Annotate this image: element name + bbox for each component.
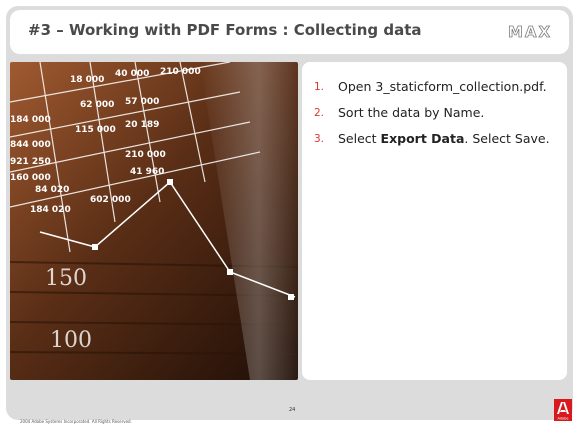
- page-number: 24: [289, 407, 296, 413]
- figure: 41 960: [130, 167, 164, 177]
- step-text-bold: Export Data: [380, 131, 465, 146]
- figure: 184 020: [30, 205, 71, 215]
- figure: 160 000: [10, 173, 51, 183]
- copyright-text: 2004 Adobe Systems Incorporated. All Rig…: [20, 419, 132, 424]
- figure: 921 250: [10, 157, 51, 167]
- axis-label-100: 100: [50, 328, 92, 353]
- list-item: 3. Select Export Data. Select Save.: [314, 130, 559, 148]
- figure: 40 000: [115, 69, 149, 79]
- figure: 20 189: [125, 120, 159, 130]
- list-item: 1. Open 3_staticform_collection.pdf.: [314, 78, 559, 96]
- step-number: 3.: [314, 133, 325, 145]
- content-panel: 1. Open 3_staticform_collection.pdf. 2. …: [302, 62, 567, 380]
- figure: 210 000: [160, 67, 201, 77]
- figure: 602 000: [90, 195, 131, 205]
- steps-list: 1. Open 3_staticform_collection.pdf. 2. …: [314, 78, 559, 156]
- step-text: Open 3_staticform_collection.pdf.: [338, 79, 547, 94]
- logo-text: MAX: [508, 24, 552, 40]
- figure: 57 000: [125, 97, 159, 107]
- adobe-logo-text: Adobe: [557, 417, 568, 421]
- figure: 18 000: [70, 75, 104, 85]
- step-text-after: . Select Save.: [464, 131, 550, 146]
- slide: #3 – Working with PDF Forms : Collecting…: [0, 0, 579, 426]
- figure: 844 000: [10, 140, 51, 150]
- step-text: Select Export Data. Select Save.: [338, 130, 550, 148]
- step-text-before: Select: [338, 131, 381, 146]
- step-number: 1.: [314, 81, 325, 93]
- slide-title: #3 – Working with PDF Forms : Collecting…: [28, 21, 422, 39]
- figure: 210 000: [125, 150, 166, 160]
- figure: 184 000: [10, 115, 51, 125]
- list-item: 2. Sort the data by Name.: [314, 104, 559, 122]
- step-text: Sort the data by Name.: [338, 105, 485, 120]
- max-logo: MAX: [508, 24, 552, 40]
- axis-label-150: 150: [45, 266, 87, 291]
- figure: 84 020: [35, 185, 69, 195]
- adobe-logo: Adobe: [554, 399, 572, 421]
- financial-data-image: 18 000 40 000 210 000 62 000 57 000 184 …: [10, 62, 298, 380]
- step-number: 2.: [314, 107, 325, 119]
- figure: 115 000: [75, 125, 116, 135]
- figure: 62 000: [80, 100, 114, 110]
